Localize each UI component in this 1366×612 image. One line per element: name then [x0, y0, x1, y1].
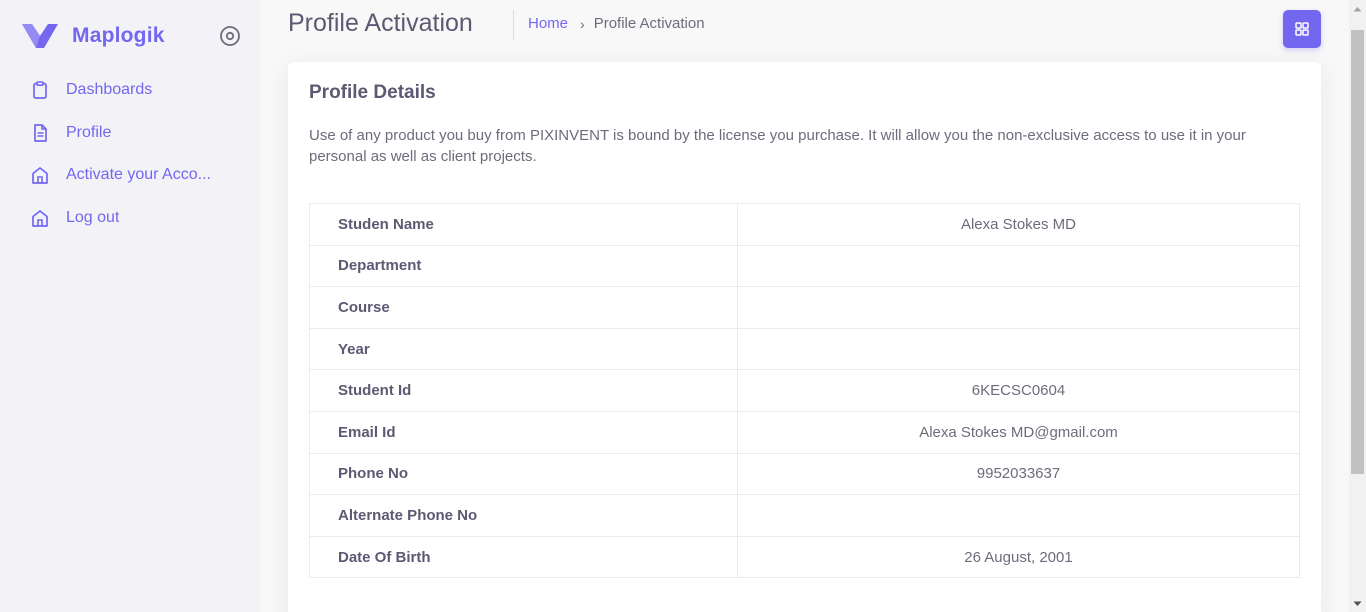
sidebar-item-activate-account[interactable]: Activate your Acco... [15, 154, 245, 196]
scroll-down-arrow-icon[interactable] [1349, 595, 1366, 612]
sidebar-toggle-icon[interactable] [219, 25, 241, 47]
title-divider [513, 10, 514, 40]
table-row: Email Id Alexa Stokes MD@gmail.com [309, 410, 1300, 454]
row-label: Date Of Birth [309, 535, 738, 579]
page-title: Profile Activation [288, 9, 473, 37]
row-value [737, 327, 1300, 371]
table-row: Studen Name Alexa Stokes MD [309, 203, 1300, 246]
row-value: Alexa Stokes MD@gmail.com [737, 410, 1300, 454]
vertical-scrollbar[interactable] [1349, 0, 1366, 612]
profile-details-table: Studen Name Alexa Stokes MD Department C… [309, 203, 1300, 579]
table-row: Student Id 6KECSC0604 [309, 369, 1300, 412]
clipboard-icon [33, 81, 47, 99]
sidebar-item-logout[interactable]: Log out [15, 197, 245, 239]
row-label: Course [309, 286, 738, 329]
sidebar-nav: Dashboards Profile Activate your Acco... [15, 69, 245, 239]
sidebar-item-profile[interactable]: Profile [15, 112, 245, 154]
row-label: Department [309, 244, 738, 288]
sidebar-item-label: Activate your Acco... [66, 166, 211, 183]
table-row: Phone No 9952033637 [309, 452, 1300, 496]
breadcrumb-home-link[interactable]: Home [528, 15, 568, 32]
row-value: 9952033637 [737, 452, 1300, 496]
card-title: Profile Details [309, 82, 436, 103]
table-row: Course [309, 286, 1300, 329]
card-description: Use of any product you buy from PIXINVEN… [309, 127, 1246, 165]
table-row: Alternate Phone No [309, 494, 1300, 537]
row-label: Year [309, 327, 738, 371]
grid-icon [1295, 22, 1309, 36]
sidebar: Maplogik Dashboards Profile Activate you… [0, 0, 260, 612]
brand-name: Maplogik [72, 24, 165, 47]
breadcrumb-current: Profile Activation [593, 15, 705, 32]
table-row: Year [309, 327, 1300, 371]
row-value [737, 494, 1300, 537]
table-row: Department [309, 244, 1300, 288]
sidebar-item-label: Log out [66, 208, 120, 226]
row-label: Phone No [309, 452, 738, 496]
table-row: Date Of Birth 26 August, 2001 [309, 535, 1300, 579]
row-label: Studen Name [309, 203, 738, 246]
row-label: Alternate Phone No [309, 494, 738, 537]
scrollbar-thumb[interactable] [1351, 30, 1364, 474]
profile-details-card: Profile Details Use of any product you b… [288, 62, 1321, 612]
sidebar-item-dashboards[interactable]: Dashboards [15, 69, 245, 111]
home-icon [32, 209, 48, 227]
row-value: 6KECSC0604 [737, 369, 1300, 412]
sidebar-item-label: Profile [66, 123, 112, 141]
row-label: Email Id [309, 410, 738, 454]
sidebar-item-label: Dashboards [66, 81, 153, 98]
row-value [737, 286, 1300, 329]
brand[interactable]: Maplogik [22, 20, 165, 52]
row-value [737, 244, 1300, 288]
row-value: 26 August, 2001 [737, 535, 1300, 579]
file-text-icon [34, 123, 47, 142]
brand-logo-icon [22, 24, 58, 48]
row-label: Student Id [309, 369, 738, 412]
breadcrumb: Home › Profile Activation [528, 15, 705, 32]
scroll-up-arrow-icon[interactable] [1349, 0, 1366, 17]
apps-grid-button[interactable] [1283, 10, 1321, 48]
row-value: Alexa Stokes MD [737, 203, 1300, 246]
home-icon [32, 167, 48, 184]
chevron-right-icon: › [580, 15, 585, 32]
